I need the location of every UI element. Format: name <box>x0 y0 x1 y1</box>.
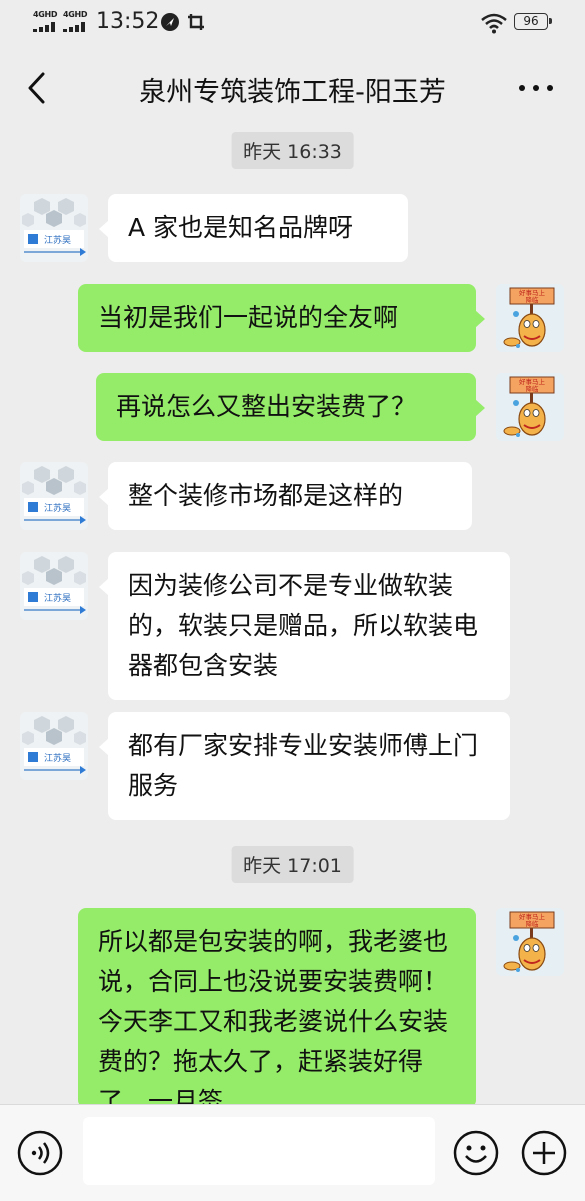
timestamp-label: 昨天 17:01 <box>231 846 354 883</box>
my-avatar[interactable]: 好事马上 降临 <box>496 284 564 352</box>
navigation-icon <box>161 13 179 31</box>
svg-text:江苏昊: 江苏昊 <box>44 592 71 604</box>
status-time: 13:52 <box>96 9 160 34</box>
more-options-icon[interactable] <box>516 78 556 98</box>
message-input[interactable] <box>83 1117 435 1185</box>
plus-icon[interactable] <box>520 1129 568 1177</box>
svg-text:江苏昊: 江苏昊 <box>44 234 71 246</box>
title-bar: 泉州专筑装饰工程-阳玉芳 <box>0 46 585 130</box>
my-avatar[interactable]: 好事马上 降临 <box>496 908 564 976</box>
message-bubble-outgoing[interactable]: 所以都是包安装的啊，我老婆也说，合同上也没说要安装费啊！今天李工又和我老婆说什么… <box>78 908 476 1108</box>
contact-avatar[interactable]: 江苏昊 <box>20 552 88 620</box>
contact-avatar[interactable]: 江苏昊 <box>20 712 88 780</box>
input-bar <box>0 1104 585 1201</box>
battery-icon: 96 <box>514 13 552 30</box>
message-bubble-outgoing[interactable]: 当初是我们一起说的全友啊 <box>78 284 485 352</box>
network-label-2: 4GHD <box>63 10 88 19</box>
message-bubble-incoming[interactable]: 都有厂家安排专业安装师傅上门服务 <box>99 712 510 820</box>
svg-text:降临: 降临 <box>526 919 540 928</box>
voice-icon[interactable] <box>16 1129 64 1177</box>
message-bubble-incoming[interactable]: 整个装修市场都是这样的 <box>99 462 472 530</box>
signal-bars-icon <box>33 22 59 32</box>
emoji-icon[interactable] <box>452 1129 500 1177</box>
svg-text:降临: 降临 <box>526 384 540 393</box>
svg-text:江苏昊: 江苏昊 <box>44 752 71 764</box>
svg-text:江苏昊: 江苏昊 <box>44 502 71 514</box>
my-avatar[interactable]: 好事马上 降临 <box>496 373 564 441</box>
contact-avatar[interactable]: 江苏昊 <box>20 462 88 530</box>
message-bubble-incoming[interactable]: 因为装修公司不是专业做软装的，软装只是赠品，所以软装电器都包含安装 <box>99 552 510 700</box>
chat-title: 泉州专筑装饰工程-阳玉芳 <box>139 77 446 108</box>
svg-text:降临: 降临 <box>526 295 540 304</box>
message-bubble-outgoing[interactable]: 再说怎么又整出安装费了？ <box>96 373 485 441</box>
message-bubble-incoming[interactable]: A 家也是知名品牌呀 <box>99 194 408 262</box>
signal-bars-icon <box>63 22 89 32</box>
timestamp-label: 昨天 16:33 <box>231 132 354 169</box>
wifi-icon <box>481 13 507 34</box>
status-bar: 4GHD 4GHD 13:52 96 <box>0 0 585 46</box>
screenshot-icon <box>188 14 204 30</box>
network-label-1: 4GHD <box>33 10 58 19</box>
contact-avatar[interactable]: 江苏昊 <box>20 194 88 262</box>
